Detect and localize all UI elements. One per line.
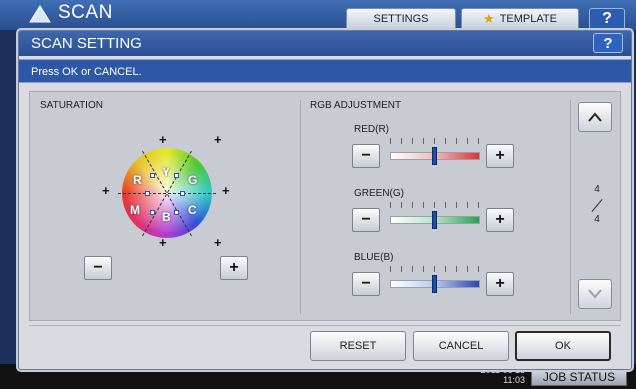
page-up-button[interactable]: [578, 102, 612, 132]
template-button[interactable]: ★ TEMPLATE: [461, 8, 579, 30]
red-minus-button[interactable]: −: [352, 144, 380, 168]
cancel-button[interactable]: CANCEL: [413, 331, 509, 361]
wheel-label-r: R: [133, 173, 142, 187]
rgb-adjustment-label: RGB ADJUSTMENT: [310, 100, 402, 111]
page-down-button[interactable]: [578, 279, 612, 309]
red-slider-knob[interactable]: [432, 147, 437, 165]
blue-plus-button[interactable]: +: [486, 272, 514, 296]
wheel-point-right[interactable]: [180, 191, 185, 196]
section-divider: [300, 100, 301, 314]
pager-divider: [570, 100, 571, 314]
plus-mark: +: [214, 235, 222, 250]
scan-setting-dialog: SCAN SETTING ? Press OK or CANCEL. SATUR…: [18, 30, 632, 370]
green-slider-ticks: [390, 202, 480, 208]
wheel-point-left[interactable]: [145, 191, 150, 196]
plus-mark: +: [159, 132, 167, 147]
green-slider-knob[interactable]: [432, 211, 437, 229]
red-slider-ticks: [390, 138, 480, 144]
scan-logo-icon: [29, 5, 51, 23]
star-icon: ★: [483, 11, 495, 26]
saturation-plus-button[interactable]: +: [220, 256, 248, 280]
wheel-label-g: G: [188, 173, 198, 187]
wheel-point-g[interactable]: [174, 173, 179, 178]
wheel-label-c: C: [188, 203, 197, 217]
color-wheel-area: R Y G M B C + + + + + +: [90, 132, 240, 260]
dialog-title: SCAN SETTING: [31, 35, 142, 52]
green-minus-button[interactable]: −: [352, 208, 380, 232]
app-header: SCAN SETTINGS ★ TEMPLATE ?: [0, 0, 636, 30]
plus-mark: +: [159, 235, 167, 250]
app-title: SCAN: [58, 2, 113, 23]
plus-mark: +: [222, 183, 230, 198]
wheel-label-m: M: [130, 203, 140, 217]
page-current: 4: [594, 184, 600, 195]
wheel-point-m[interactable]: [150, 210, 155, 215]
ok-button[interactable]: OK: [515, 331, 611, 361]
plus-mark: +: [214, 132, 222, 147]
reset-button[interactable]: RESET: [310, 331, 406, 361]
wheel-point-c[interactable]: [174, 210, 179, 215]
wheel-label-y: Y: [162, 165, 171, 179]
red-label: RED(R): [354, 124, 389, 135]
green-plus-button[interactable]: +: [486, 208, 514, 232]
chevron-up-icon: [588, 112, 602, 122]
dialog-help-button[interactable]: ?: [593, 33, 623, 53]
green-label: GREEN(G): [354, 188, 404, 199]
settings-button[interactable]: SETTINGS: [346, 8, 456, 30]
red-plus-button[interactable]: +: [486, 144, 514, 168]
wheel-point-r[interactable]: [150, 173, 155, 178]
wheel-label-b: B: [162, 210, 171, 224]
app-help-button[interactable]: ?: [589, 8, 625, 30]
plus-mark: +: [102, 183, 110, 198]
blue-minus-button[interactable]: −: [352, 272, 380, 296]
page-total: 4: [594, 214, 600, 225]
job-status-button[interactable]: JOB STATUS: [531, 368, 627, 386]
dialog-title-bar: SCAN SETTING ?: [19, 31, 631, 56]
settings-panel: SATURATION R Y G M B C + + + + + + − + R…: [29, 91, 621, 321]
blue-slider-knob[interactable]: [432, 275, 437, 293]
page-separator: [591, 199, 603, 212]
blue-slider-ticks: [390, 266, 480, 272]
blue-label: BLUE(B): [354, 252, 394, 263]
dialog-message: Press OK or CANCEL.: [19, 59, 631, 83]
footer-time: 11:03: [503, 375, 525, 385]
chevron-down-icon: [588, 289, 602, 299]
footer-divider: [29, 325, 621, 326]
saturation-label: SATURATION: [40, 100, 103, 111]
saturation-minus-button[interactable]: −: [84, 256, 112, 280]
template-label: TEMPLATE: [499, 13, 557, 25]
